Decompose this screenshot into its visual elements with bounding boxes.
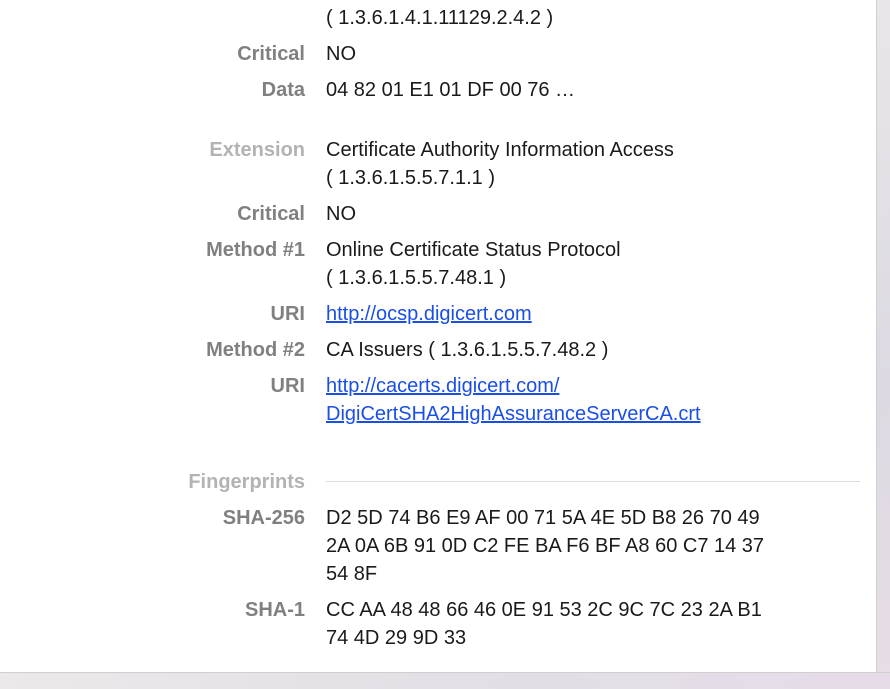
data-label: Data	[261, 79, 305, 101]
sha256-line: 2A 0A 6B 91 0D C2 FE BA F6 BF A8 60 C7 1…	[326, 535, 765, 557]
critical-label: Critical	[237, 203, 305, 225]
sct-oid-value: ( 1.3.6.1.4.1.11129.2.4.2 )	[326, 7, 554, 29]
critical-value: NO	[326, 203, 356, 225]
sha1-label: SHA-1	[244, 599, 305, 621]
extension-label: Extension	[209, 139, 305, 161]
method1-label: Method #1	[206, 239, 305, 261]
uri-label: URI	[270, 303, 305, 325]
method1-value: Online Certificate Status Protocol ( 1.3…	[326, 236, 866, 292]
section-divider	[326, 481, 860, 482]
method1-oid: ( 1.3.6.1.5.5.7.48.1 )	[326, 267, 507, 289]
sha1-line: 74 4D 29 9D 33	[326, 627, 467, 649]
certificate-details-panel: ( 1.3.6.1.4.1.11129.2.4.2 ) Critical NO …	[0, 0, 876, 672]
method2-value: CA Issuers ( 1.3.6.1.5.5.7.48.2 )	[326, 339, 609, 361]
ca-issuers-uri-link-line2[interactable]: DigiCertSHA2HighAssuranceServerCA.crt	[326, 403, 701, 425]
extension-oid: ( 1.3.6.1.5.5.7.1.1 )	[326, 167, 495, 189]
critical-label: Critical	[237, 43, 305, 65]
method2-label: Method #2	[206, 339, 305, 361]
ocsp-uri-link[interactable]: http://ocsp.digicert.com	[326, 303, 532, 325]
method1-name: Online Certificate Status Protocol	[326, 239, 621, 261]
uri-label: URI	[270, 375, 305, 397]
window-edge-bottom	[0, 672, 890, 689]
data-value: 04 82 01 E1 01 DF 00 76 …	[326, 79, 576, 101]
critical-value: NO	[326, 43, 356, 65]
extension-name: Certificate Authority Information Access	[326, 139, 674, 161]
sha256-value: D2 5D 74 B6 E9 AF 00 71 5A 4E 5D B8 26 7…	[326, 504, 866, 588]
ca-issuers-uri-link-line1[interactable]: http://cacerts.digicert.com/	[326, 375, 559, 397]
sha256-line: 54 8F	[326, 563, 378, 585]
fingerprints-section-label: Fingerprints	[188, 471, 305, 493]
sha1-line: CC AA 48 48 66 46 0E 91 53 2C 9C 7C 23 2…	[326, 599, 762, 621]
sha256-label: SHA-256	[222, 507, 305, 529]
sha1-value: CC AA 48 48 66 46 0E 91 53 2C 9C 7C 23 2…	[326, 596, 866, 652]
window-edge-right	[876, 0, 890, 688]
sha256-line: D2 5D 74 B6 E9 AF 00 71 5A 4E 5D B8 26 7…	[326, 507, 760, 529]
extension-value: Certificate Authority Information Access…	[326, 136, 866, 192]
